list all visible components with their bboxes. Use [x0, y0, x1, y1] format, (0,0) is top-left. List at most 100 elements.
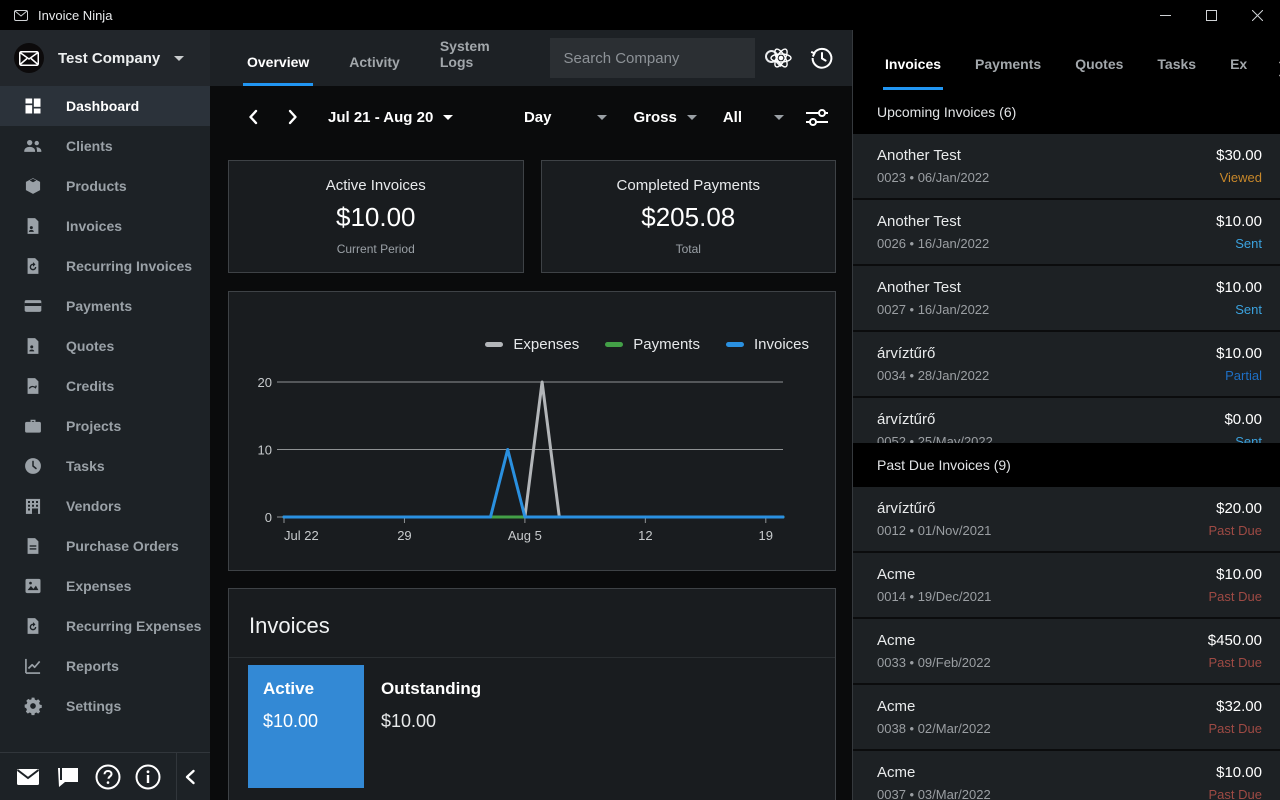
- invoice-list-item[interactable]: Acme0037 • 03/Mar/2022 $10.00Past Due: [853, 751, 1280, 800]
- expenses-icon: [22, 575, 44, 597]
- invoice-list: Upcoming Invoices (6) Another Test0023 •…: [853, 90, 1280, 800]
- info-icon[interactable]: [128, 760, 168, 794]
- invoice-meta: 0014 • 19/Dec/2021: [877, 589, 1209, 604]
- invoice-list-item[interactable]: Acme0014 • 19/Dec/2021 $10.00Past Due: [853, 553, 1280, 619]
- right-tab-tasks[interactable]: Tasks: [1155, 56, 1198, 90]
- sidebar-item-reports[interactable]: Reports: [0, 646, 210, 686]
- legend-swatch: [726, 342, 744, 347]
- sidebar-item-purchase-orders[interactable]: Purchase Orders: [0, 526, 210, 566]
- history-icon[interactable]: [807, 41, 836, 75]
- invoice-list-item[interactable]: Acme0038 • 02/Mar/2022 $32.00Past Due: [853, 685, 1280, 751]
- date-range-caret-icon[interactable]: [443, 115, 453, 120]
- company-selector[interactable]: Test Company: [0, 30, 210, 86]
- react-refresh-icon[interactable]: [767, 41, 796, 75]
- client-name: Acme: [877, 566, 1209, 583]
- sidebar-item-label: Dashboard: [66, 98, 139, 114]
- right-tab-payments[interactable]: Payments: [973, 56, 1043, 90]
- active-invoices-filter[interactable]: Active $10.00: [248, 665, 364, 788]
- invoice-meta: 0038 • 02/Mar/2022: [877, 721, 1209, 736]
- client-name: Another Test: [877, 213, 1216, 230]
- invoice-list-item[interactable]: árvíztűrő0012 • 01/Nov/2021 $20.00Past D…: [853, 487, 1280, 553]
- chart-settings-icon[interactable]: [800, 100, 834, 134]
- outstanding-invoices-filter[interactable]: Outstanding $10.00: [381, 665, 481, 788]
- email-icon[interactable]: [8, 760, 48, 794]
- sidebar-item-credits[interactable]: Credits: [0, 366, 210, 406]
- help-icon[interactable]: [88, 760, 128, 794]
- invoice-amount: $10.00: [1209, 566, 1262, 583]
- card-title: Active Invoices: [326, 177, 426, 194]
- tasks-icon: [22, 455, 44, 477]
- invoices-summary-card: Invoices Active $10.00 Outstanding $10.0…: [228, 588, 836, 800]
- invoice-meta: 0027 • 16/Jan/2022: [877, 302, 1216, 317]
- next-period-button[interactable]: [280, 104, 306, 130]
- card-amount: $10.00: [336, 202, 416, 233]
- right-tab-quotes[interactable]: Quotes: [1073, 56, 1125, 90]
- app-logo-icon: [12, 10, 30, 21]
- sidebar-item-payments[interactable]: Payments: [0, 286, 210, 326]
- sidebar-item-recurring-invoices[interactable]: Recurring Invoices: [0, 246, 210, 286]
- maximize-button[interactable]: [1188, 0, 1234, 30]
- invoice-list-item[interactable]: Another Test0026 • 16/Jan/2022 $10.00Sen…: [853, 200, 1280, 266]
- mode-dropdown[interactable]: Gross: [633, 109, 696, 126]
- sidebar-item-label: Purchase Orders: [66, 538, 179, 554]
- invoice-meta: 0034 • 28/Jan/2022: [877, 368, 1216, 383]
- right-tab-expenses[interactable]: Ex: [1228, 56, 1249, 90]
- sidebar-item-products[interactable]: Products: [0, 166, 210, 206]
- chat-icon[interactable]: [48, 760, 88, 794]
- search-input[interactable]: [564, 50, 763, 67]
- sidebar-item-label: Payments: [66, 298, 132, 314]
- legend-swatch: [485, 342, 503, 347]
- minimize-button[interactable]: [1142, 0, 1188, 30]
- sidebar-item-clients[interactable]: Clients: [0, 126, 210, 166]
- sidebar-item-label: Recurring Expenses: [66, 618, 201, 634]
- svg-text:Jul 22: Jul 22: [284, 528, 319, 543]
- outstanding-amount: $10.00: [381, 711, 481, 732]
- sidebar-item-recurring-expenses[interactable]: Recurring Expenses: [0, 606, 210, 646]
- legend-item-invoices[interactable]: Invoices: [726, 336, 809, 353]
- legend-item-payments[interactable]: Payments: [605, 336, 700, 353]
- active-invoices-card[interactable]: Active Invoices $10.00 Current Period: [228, 160, 524, 273]
- sidebar-item-projects[interactable]: Projects: [0, 406, 210, 446]
- sidebar-item-dashboard[interactable]: Dashboard: [0, 86, 210, 126]
- sidebar-item-label: Reports: [66, 658, 119, 674]
- invoice-list-item[interactable]: Acme0033 • 09/Feb/2022 $450.00Past Due: [853, 619, 1280, 685]
- active-label: Active: [263, 679, 364, 699]
- outstanding-label: Outstanding: [381, 679, 481, 699]
- card-subtitle: Current Period: [337, 242, 415, 256]
- sidebar-item-expenses[interactable]: Expenses: [0, 566, 210, 606]
- previous-period-button[interactable]: [240, 104, 266, 130]
- svg-text:10: 10: [258, 443, 272, 458]
- sidebar-item-label: Tasks: [66, 458, 105, 474]
- close-button[interactable]: [1234, 0, 1280, 30]
- status-badge: Partial: [1216, 368, 1262, 383]
- client-name: Another Test: [877, 147, 1216, 164]
- invoice-list-item[interactable]: Another Test0027 • 16/Jan/2022 $10.00Sen…: [853, 266, 1280, 332]
- dashboard-content: Active Invoices $10.00 Current Period Co…: [210, 148, 852, 800]
- client-name: Acme: [877, 698, 1209, 715]
- svg-text:Aug 5: Aug 5: [508, 528, 542, 543]
- right-tab-invoices[interactable]: Invoices: [883, 56, 943, 90]
- invoice-list-item[interactable]: Another Test0023 • 06/Jan/2022 $30.00Vie…: [853, 134, 1280, 200]
- company-search: [550, 38, 755, 78]
- tab-activity[interactable]: Activity: [345, 54, 404, 86]
- sidebar-item-settings[interactable]: Settings: [0, 686, 210, 726]
- sidebar-item-quotes[interactable]: Quotes: [0, 326, 210, 366]
- invoice-amount: $10.00: [1216, 213, 1262, 230]
- interval-dropdown[interactable]: Day: [524, 109, 608, 126]
- invoice-list-item[interactable]: árvíztűrő0052 • 25/May/2022 $0.00Sent: [853, 398, 1280, 443]
- tab-system-logs[interactable]: System Logs: [436, 38, 518, 86]
- tab-overview[interactable]: Overview: [243, 54, 313, 86]
- completed-payments-card[interactable]: Completed Payments $205.08 Total: [541, 160, 837, 273]
- settings-icon: [22, 695, 44, 717]
- sidebar-item-vendors[interactable]: Vendors: [0, 486, 210, 526]
- collapse-sidebar-button[interactable]: [177, 769, 202, 785]
- sidebar-item-label: Projects: [66, 418, 121, 434]
- scope-dropdown[interactable]: All: [723, 109, 784, 126]
- credits-icon: [22, 375, 44, 397]
- upcoming-rows: Another Test0023 • 06/Jan/2022 $30.00Vie…: [853, 134, 1280, 443]
- legend-item-expenses[interactable]: Expenses: [485, 336, 579, 353]
- invoice-list-item[interactable]: árvíztűrő0034 • 28/Jan/2022 $10.00Partia…: [853, 332, 1280, 398]
- sidebar-item-invoices[interactable]: Invoices: [0, 206, 210, 246]
- sidebar-item-tasks[interactable]: Tasks: [0, 446, 210, 486]
- active-amount: $10.00: [263, 711, 364, 732]
